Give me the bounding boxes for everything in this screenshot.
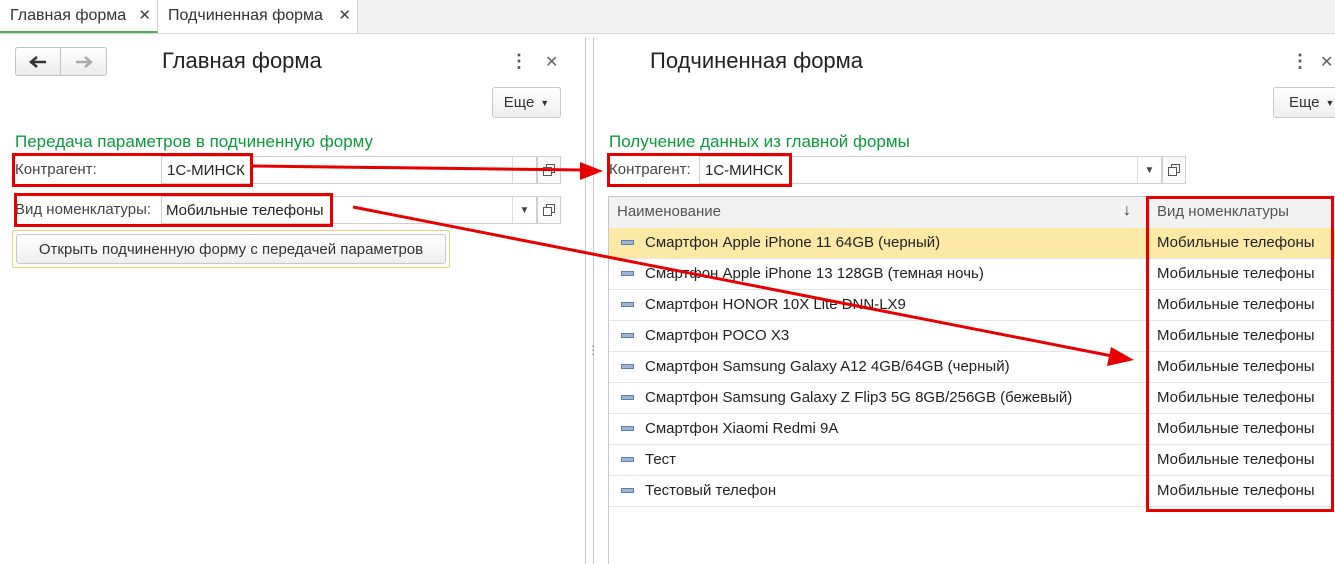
annotation-arrows [252, 162, 1134, 366]
annotation-arrowhead [580, 162, 603, 180]
annotation-arrow-line [352, 205, 1113, 358]
annotation-arrowhead [1107, 347, 1134, 366]
annotation-arrow-line [252, 164, 584, 172]
